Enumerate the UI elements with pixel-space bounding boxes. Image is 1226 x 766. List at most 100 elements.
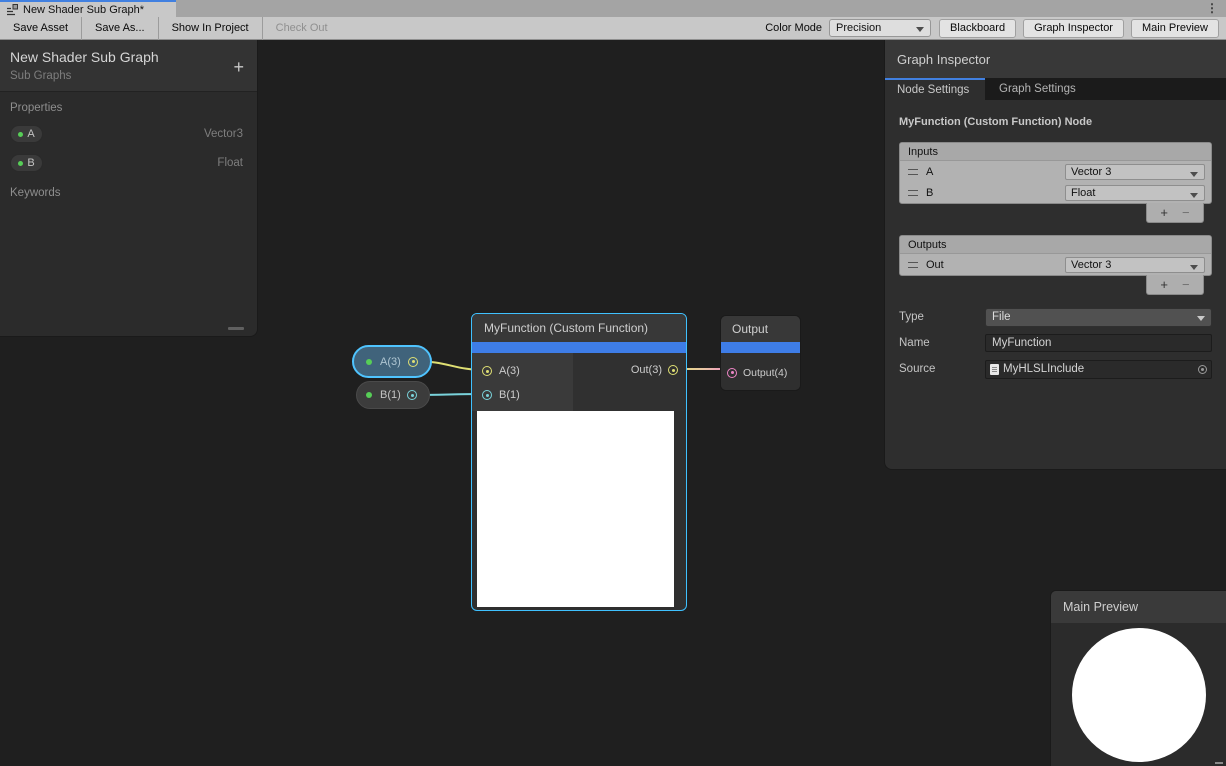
tab-graph-settings[interactable]: Graph Settings	[985, 78, 1090, 100]
name-field[interactable]: MyFunction	[985, 334, 1212, 352]
blackboard-panel: New Shader Sub Graph Sub Graphs + Proper…	[0, 40, 258, 337]
input-a-name: A	[926, 166, 933, 178]
show-in-project-button[interactable]: Show In Project	[159, 17, 263, 40]
property-pill-b[interactable]: B	[10, 154, 43, 172]
type-field-row: Type File	[899, 307, 1212, 327]
tab-node-settings[interactable]: Node Settings	[885, 78, 985, 100]
graph-canvas[interactable]: A(3) B(1) MyFunction (Custom Function) A…	[0, 40, 1226, 766]
blackboard-title: New Shader Sub Graph	[10, 49, 257, 65]
output-node-title[interactable]: Output	[721, 316, 800, 342]
property-a-name: A	[27, 128, 34, 140]
property-pill-a[interactable]: A	[10, 125, 43, 143]
drag-handle-icon[interactable]	[908, 190, 918, 196]
preview-resize-handle[interactable]	[1215, 762, 1223, 764]
exposed-dot-icon	[18, 132, 23, 137]
myfunction-input-a-port[interactable]	[482, 366, 492, 376]
property-b-type: Float	[217, 157, 243, 169]
blackboard-property-row-b[interactable]: B Float	[10, 154, 257, 172]
output-node[interactable]: Output Output(4)	[720, 315, 801, 391]
add-property-button[interactable]: +	[233, 58, 244, 76]
myfunction-output-label: Out(3)	[631, 364, 662, 376]
property-b-name: B	[27, 157, 34, 169]
property-a-output-port[interactable]	[408, 357, 418, 367]
main-preview-title[interactable]: Main Preview	[1051, 591, 1226, 623]
myfunction-port-area: A(3) B(1) Out(3)	[472, 353, 686, 411]
properties-section-label: Properties	[0, 102, 257, 114]
source-label: Source	[899, 363, 985, 375]
input-b-type-value: Float	[1071, 187, 1095, 199]
document-tab[interactable]: New Shader Sub Graph*	[0, 0, 176, 17]
window-menu-icon[interactable]: ⋮	[1206, 0, 1218, 17]
blackboard-resize-handle[interactable]	[228, 327, 244, 330]
myfunction-input-a-label: A(3)	[499, 365, 520, 377]
save-asset-button[interactable]: Save Asset	[0, 17, 82, 40]
node-accent-strip	[472, 342, 686, 353]
chevron-down-icon	[1197, 316, 1205, 321]
myfunction-node[interactable]: MyFunction (Custom Function) A(3) B(1) O…	[471, 313, 687, 611]
graph-inspector-title[interactable]: Graph Inspector	[885, 40, 1226, 78]
save-as-button[interactable]: Save As...	[82, 17, 159, 40]
main-preview-toggle-button[interactable]: Main Preview	[1131, 19, 1219, 38]
name-label: Name	[899, 337, 985, 349]
outputs-list-footer: + −	[1146, 275, 1204, 295]
tab-title: New Shader Sub Graph*	[23, 4, 144, 16]
remove-output-button[interactable]: −	[1182, 278, 1190, 291]
property-node-b[interactable]: B(1)	[356, 381, 430, 409]
myfunction-input-a-row: A(3)	[472, 359, 573, 383]
property-b-output-port[interactable]	[407, 390, 417, 400]
inputs-row-a[interactable]: A Vector 3	[900, 161, 1211, 182]
input-a-type-dropdown[interactable]: Vector 3	[1065, 164, 1205, 180]
blackboard-toggle-button[interactable]: Blackboard	[939, 19, 1016, 38]
remove-input-button[interactable]: −	[1182, 206, 1190, 219]
blackboard-subtitle: Sub Graphs	[10, 70, 257, 82]
color-mode-dropdown[interactable]: Precision	[829, 19, 931, 37]
input-b-name: B	[926, 187, 933, 199]
property-a-type: Vector3	[204, 128, 243, 140]
property-node-a[interactable]: A(3)	[352, 345, 432, 378]
myfunction-input-b-port[interactable]	[482, 390, 492, 400]
add-output-button[interactable]: +	[1160, 278, 1168, 291]
inputs-list-header: Inputs	[900, 143, 1211, 161]
type-label: Type	[899, 311, 985, 323]
myfunction-inputs-column: A(3) B(1)	[472, 353, 573, 411]
keywords-section-label: Keywords	[0, 187, 257, 199]
blackboard-property-row-a[interactable]: A Vector3	[10, 125, 257, 143]
output-out-type-dropdown[interactable]: Vector 3	[1065, 257, 1205, 273]
window-tab-strip: New Shader Sub Graph* ⋮	[0, 0, 1226, 17]
myfunction-node-title[interactable]: MyFunction (Custom Function)	[472, 314, 686, 342]
name-field-row: Name MyFunction	[899, 333, 1212, 353]
main-preview-panel: Main Preview	[1050, 590, 1226, 766]
check-out-button: Check Out	[263, 17, 341, 40]
chevron-down-icon	[1190, 265, 1198, 270]
object-picker-icon[interactable]	[1198, 365, 1207, 374]
myfunction-input-b-row: B(1)	[472, 383, 573, 407]
inspector-tab-bar: Node Settings Graph Settings	[885, 78, 1226, 100]
outputs-row-out[interactable]: Out Vector 3	[900, 254, 1211, 275]
input-b-type-dropdown[interactable]: Float	[1065, 185, 1205, 201]
output-node-input-port[interactable]	[727, 368, 737, 378]
outputs-list: Outputs Out Vector 3	[899, 235, 1212, 276]
output-out-name: Out	[926, 259, 944, 271]
drag-handle-icon[interactable]	[908, 169, 918, 175]
toolbar: Save Asset Save As... Show In Project Ch…	[0, 17, 1226, 40]
exposed-dot-icon	[18, 161, 23, 166]
chevron-down-icon	[1190, 193, 1198, 198]
source-value: MyHLSLInclude	[1003, 363, 1084, 375]
graph-inspector-toggle-button[interactable]: Graph Inspector	[1023, 19, 1124, 38]
source-object-field[interactable]: MyHLSLInclude	[985, 360, 1212, 379]
shader-graph-icon	[6, 4, 18, 16]
type-dropdown[interactable]: File	[985, 308, 1212, 327]
myfunction-outputs-column: Out(3)	[573, 353, 686, 411]
myfunction-node-preview	[477, 411, 674, 607]
output-out-type-value: Vector 3	[1071, 259, 1111, 271]
add-input-button[interactable]: +	[1160, 206, 1168, 219]
node-accent-strip	[721, 342, 800, 353]
property-node-a-label: A(3)	[380, 356, 401, 368]
blackboard-header[interactable]: New Shader Sub Graph Sub Graphs +	[0, 40, 257, 92]
color-mode-value: Precision	[836, 22, 881, 34]
input-a-type-value: Vector 3	[1071, 166, 1111, 178]
inputs-row-b[interactable]: B Float	[900, 182, 1211, 203]
preview-sphere	[1072, 628, 1206, 762]
drag-handle-icon[interactable]	[908, 262, 918, 268]
myfunction-output-port[interactable]	[668, 365, 678, 375]
